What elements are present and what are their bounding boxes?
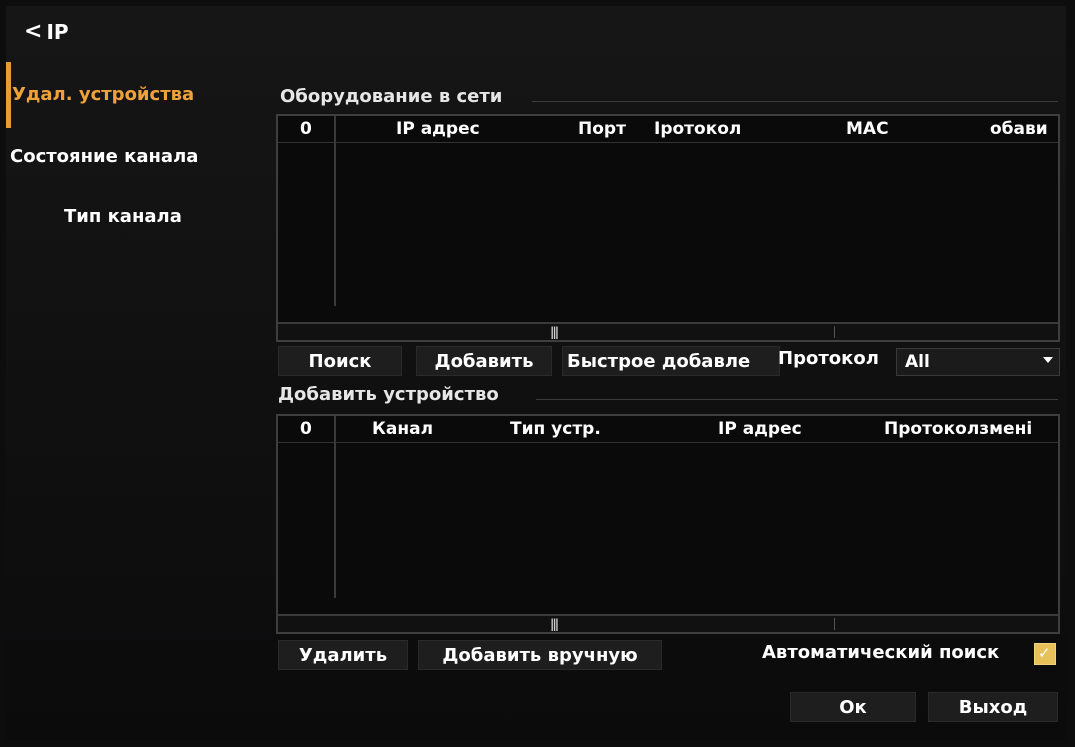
- column-divider: [334, 116, 336, 306]
- protocol-label: Протокол: [778, 348, 879, 369]
- column-header-protocol: Іротокол: [654, 119, 742, 139]
- horizontal-scrollbar[interactable]: |||: [278, 322, 1058, 340]
- column-header-index: 0: [300, 119, 312, 139]
- table-header: 0 IP адрес Порт Іротокол MAC обави: [278, 116, 1058, 143]
- horizontal-scrollbar[interactable]: |||: [278, 614, 1058, 632]
- ok-button[interactable]: Ок: [790, 692, 916, 722]
- added-devices-title: Добавить устройство: [278, 384, 499, 405]
- column-divider: [334, 416, 336, 598]
- sidebar-item-channel-status[interactable]: Состояние канала: [10, 146, 198, 167]
- protocol-select-value: All: [905, 352, 930, 372]
- network-devices-table[interactable]: 0 IP адрес Порт Іротокол MAC обави |||: [276, 114, 1060, 342]
- column-header-added: обави: [990, 119, 1048, 139]
- quick-add-button[interactable]: Быстрое добавле: [562, 346, 780, 376]
- sidebar-item-remote-devices[interactable]: Удал. устройства: [12, 84, 194, 105]
- auto-search-label: Автоматический поиск: [762, 642, 1000, 663]
- scroll-grip-icon: |||: [550, 325, 559, 339]
- section-divider: [532, 101, 1058, 102]
- column-header-mac: MAC: [846, 119, 889, 139]
- checkmark-icon: ✓: [1038, 644, 1051, 662]
- column-header-protocol: Протоколзмені: [884, 419, 1033, 439]
- column-header-device-type: Тип устр.: [510, 419, 601, 439]
- back-label: IP: [46, 20, 69, 44]
- auto-search-checkbox[interactable]: ✓: [1034, 643, 1056, 665]
- chevron-left-icon: <: [24, 19, 43, 44]
- exit-button[interactable]: Выход: [928, 692, 1058, 722]
- delete-button[interactable]: Удалить: [278, 640, 408, 670]
- scroll-grip-icon: |||: [550, 617, 559, 631]
- column-header-port: Порт: [578, 119, 626, 139]
- back-button[interactable]: < IP: [24, 20, 69, 44]
- network-devices-title: Оборудование в сети: [280, 86, 503, 107]
- add-button[interactable]: Добавить: [416, 346, 552, 376]
- column-header-channel: Канал: [372, 419, 434, 439]
- table-header: 0 Канал Тип устр. IP адрес Протоколзмені: [278, 416, 1058, 443]
- sidebar-active-indicator: [6, 62, 11, 128]
- ip-settings-screen: < IP Удал. устройства Состояние канала Т…: [6, 6, 1066, 740]
- dropdown-arrow-icon: [1043, 357, 1053, 363]
- column-header-ip: IP адрес: [718, 419, 802, 439]
- added-devices-table[interactable]: 0 Канал Тип устр. IP адрес Протоколзмені…: [276, 414, 1060, 634]
- search-button[interactable]: Поиск: [278, 346, 402, 376]
- column-header-index: 0: [300, 419, 312, 439]
- protocol-select[interactable]: All: [896, 348, 1060, 376]
- column-header-ip: IP адрес: [396, 119, 480, 139]
- sidebar-item-channel-type[interactable]: Тип канала: [64, 206, 182, 227]
- section-divider: [536, 399, 1058, 400]
- manual-add-button[interactable]: Добавить вручную: [418, 640, 662, 670]
